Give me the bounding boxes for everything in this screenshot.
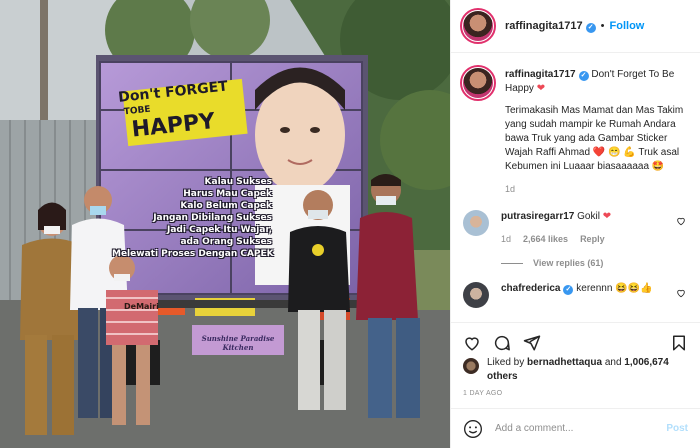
comment-item: chafrederica ✓ kerennn 😆😆👍	[463, 282, 686, 308]
comment-icon[interactable]	[493, 334, 511, 352]
likes-and: and	[604, 357, 622, 368]
likes-text: Liked by bernadhettaqua and 1,006,674 ot…	[487, 356, 690, 384]
heart-icon[interactable]	[463, 334, 481, 352]
likes-prefix: Liked by	[487, 357, 525, 368]
comment-username[interactable]: putrasiregarr17	[501, 211, 574, 222]
post-side-panel: raffinagita1717 ✓ • Follow raffinagita171…	[450, 0, 700, 448]
truck-line: ada Orang Sukses	[180, 237, 272, 247]
caption-line2-emoji: ❤️ 😁 💪	[592, 147, 636, 158]
comment-body: putrasiregarr17 Gokil ❤ 1d 2,664 likes R…	[501, 210, 686, 246]
header-username[interactable]: raffinagita1717 ✓	[505, 20, 596, 33]
comment-content: kerennn	[576, 283, 613, 294]
comment-text: putrasiregarr17 Gokil ❤	[501, 210, 672, 224]
emoji-icon[interactable]	[463, 419, 483, 439]
caption-line3-emoji: 🤩	[651, 161, 665, 172]
add-comment-bar: Add a comment... Post	[451, 408, 700, 448]
header-username-text[interactable]: raffinagita1717	[505, 20, 583, 32]
comment-item: putrasiregarr17 Gokil ❤ 1d 2,664 likes R…	[463, 210, 686, 246]
comment-meta: 1d 2,664 likes Reply	[501, 232, 672, 246]
comment-text: chafrederica ✓ kerennn 😆😆👍	[501, 282, 672, 296]
bumper-label: DeMairi	[124, 302, 159, 311]
post-comment-button[interactable]: Post	[666, 423, 688, 434]
reply-button[interactable]: Reply	[580, 232, 605, 246]
comment-input[interactable]: Add a comment...	[495, 423, 666, 434]
liker-username[interactable]: bernadhettaqua	[527, 357, 602, 368]
view-replies-label[interactable]: View replies (61)	[533, 258, 603, 268]
heart-emoji: ❤	[602, 211, 612, 222]
caption-time[interactable]: 1d	[505, 182, 515, 196]
truck-line: Jadi Capek Itu Wajar,	[167, 225, 272, 235]
comment-body: chafrederica ✓ kerennn 😆😆👍	[501, 282, 686, 296]
avatar[interactable]	[460, 8, 496, 44]
like-comment-heart-icon[interactable]	[676, 288, 686, 298]
truck-text-block: Kalau Sukses Harus Mau Capek Kalo Belum …	[112, 176, 274, 260]
like-comment-heart-icon[interactable]	[676, 216, 686, 226]
commenter-avatar[interactable]	[463, 210, 489, 236]
verified-icon: ✓	[578, 71, 589, 81]
post-time-ago[interactable]: 1 DAY AGO	[463, 390, 502, 397]
comment-time[interactable]: 1d	[501, 232, 511, 246]
truck-line: Kalau Sukses	[204, 177, 272, 187]
comment-emoji: 😆😆👍	[615, 283, 653, 294]
liker-avatar[interactable]	[463, 358, 479, 374]
post-photo[interactable]: Don't FORGET TOBE HAPPY Kalau Sukses Har…	[0, 0, 450, 448]
caption: raffinagita1717 ✓ Don't Forget To Be Happ…	[460, 65, 686, 196]
follow-button[interactable]: Follow	[610, 20, 645, 32]
view-replies-button[interactable]: View replies (61)	[501, 258, 686, 268]
caption-username[interactable]: raffinagita1717	[505, 69, 576, 80]
truck-line: Jangan Dibilang Sukses	[153, 213, 272, 223]
verified-icon: ✓	[563, 285, 574, 295]
bookmark-icon[interactable]	[670, 334, 688, 352]
comment-content: Gokil	[577, 211, 600, 222]
comments-list[interactable]: raffinagita1717 ✓ Don't Forget To Be Happ…	[451, 54, 700, 322]
heart-emoji: ❤	[536, 83, 546, 94]
caption-meta: 1d	[505, 182, 686, 196]
replies-divider	[501, 262, 523, 264]
share-icon[interactable]	[523, 334, 541, 352]
comment-username[interactable]: chafrederica	[501, 283, 560, 294]
truck-line: Harus Mau Capek	[183, 189, 272, 199]
caption-body: raffinagita1717 ✓ Don't Forget To Be Happ…	[505, 68, 686, 196]
caption-message: Terimakasih Mas Mamat dan Mas Takim yang…	[505, 104, 686, 174]
likes-summary: Liked by bernadhettaqua and 1,006,674 ot…	[463, 356, 690, 384]
commenter-avatar[interactable]	[463, 282, 489, 308]
comment-likes[interactable]: 2,664 likes	[523, 232, 568, 246]
caption-avatar[interactable]	[460, 65, 496, 101]
truck-line: Melewati Proses Dengan CAPEK	[112, 249, 274, 259]
verified-icon: ✓	[585, 22, 596, 33]
truck-line: Kalo Belum Capek	[180, 201, 272, 211]
post-header: raffinagita1717 ✓ • Follow	[451, 0, 700, 53]
plate-text: Sunshine Paradise Kitchen	[201, 334, 275, 352]
separator-dot: •	[600, 20, 605, 32]
caption-text: raffinagita1717 ✓ Don't Forget To Be Happ…	[505, 68, 686, 96]
